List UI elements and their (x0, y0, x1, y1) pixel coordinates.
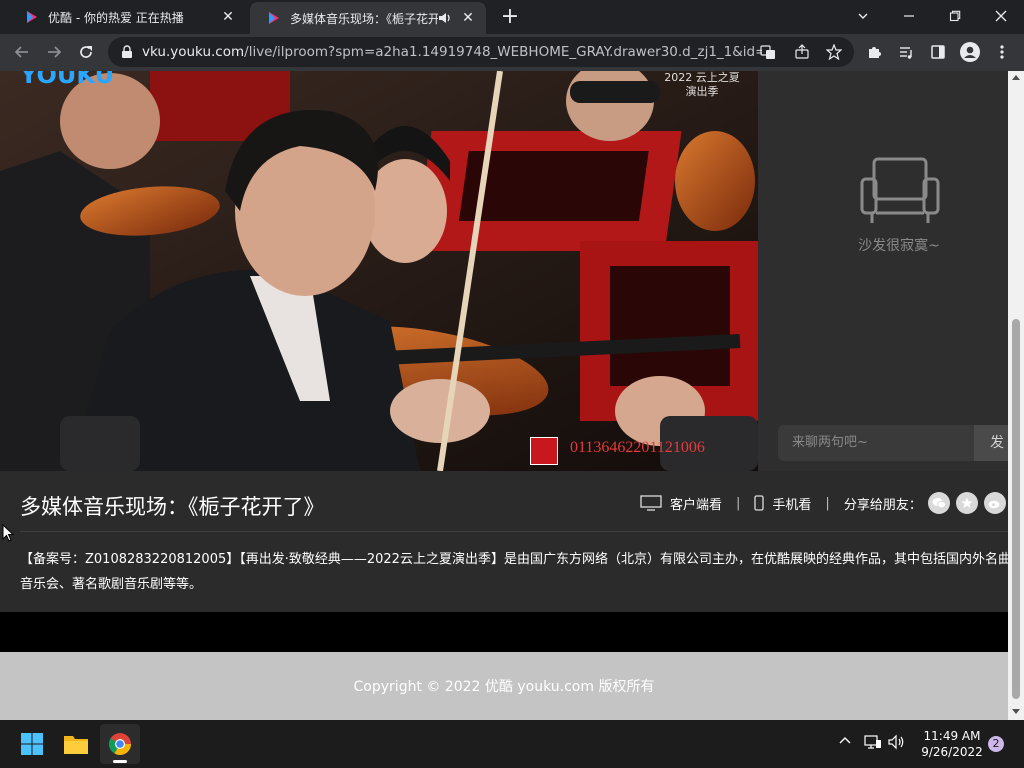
close-window-button[interactable] (978, 0, 1024, 32)
footer: Copyright © 2022 优酷 youku.com 版权所有 (0, 652, 1008, 720)
side-panel-icon[interactable] (924, 38, 952, 66)
tab-close-icon[interactable]: ✕ (220, 9, 236, 25)
scroll-down-arrow-icon[interactable] (1012, 709, 1020, 714)
system-clock[interactable]: 11:49 AM 9/26/2022 (912, 728, 992, 760)
translate-icon[interactable] (758, 42, 778, 62)
url-text: vku.youku.com/live/ilproom?spm=a2ha1.149… (142, 44, 762, 60)
windows-taskbar: 11:49 AM 9/26/2022 (0, 720, 1024, 768)
speaker-icon[interactable] (438, 11, 452, 25)
restore-button[interactable] (932, 0, 978, 32)
monitor-icon (640, 495, 662, 511)
page-title: 多媒体音乐现场：《栀子花开了》 (20, 495, 325, 519)
back-button[interactable] (8, 38, 36, 66)
address-bar[interactable]: vku.youku.com/live/ilproom?spm=a2ha1.149… (108, 37, 854, 67)
phone-icon (754, 495, 765, 511)
scroll-thumb[interactable] (1012, 319, 1020, 699)
wechat-icon[interactable] (927, 492, 950, 514)
page-scrollbar[interactable] (1008, 71, 1024, 720)
notification-badge[interactable]: 2 (988, 736, 1004, 752)
tab-live-room[interactable]: 多媒体音乐现场：《栀子花开 ✕ (250, 2, 486, 34)
chat-panel: 沙发很寂寞~ 来聊两句吧~ 发 (758, 71, 1008, 471)
page-content: YOUKU 2022 云上之夏 演出季 01136462201121006 沙发… (0, 71, 1008, 720)
client-watch-link[interactable]: 客户端看 (670, 494, 722, 513)
share-page-icon[interactable] (792, 42, 812, 62)
divider (20, 531, 1008, 532)
seal-stamp (530, 437, 558, 465)
separator: | (825, 495, 830, 511)
scroll-up-arrow-icon[interactable] (1012, 75, 1020, 80)
chat-input[interactable]: 来聊两句吧~ (778, 425, 974, 461)
share-label: 分享给朋友： (843, 497, 922, 513)
weibo-icon[interactable] (983, 492, 1006, 514)
tab-close-icon[interactable]: ✕ (460, 10, 476, 26)
windows-logo-icon (21, 733, 43, 755)
profile-avatar-icon[interactable] (956, 38, 984, 66)
forward-button[interactable] (40, 38, 68, 66)
video-player[interactable]: YOUKU 2022 云上之夏 演出季 01136462201121006 (0, 71, 758, 471)
lock-icon[interactable] (120, 45, 134, 59)
tab-title: 多媒体音乐现场：《栀子花开 (290, 11, 438, 26)
show-hidden-icons-chevron-icon[interactable] (838, 734, 852, 748)
registration-watermark: 01136462201121006 (570, 439, 705, 456)
send-button[interactable]: 发 (974, 425, 1008, 461)
tab-search-chevron-icon[interactable] (840, 0, 886, 32)
media-controls-icon[interactable] (892, 38, 920, 66)
spacer-band (0, 612, 1008, 652)
phone-watch-link[interactable]: 手机看 (772, 494, 811, 513)
volume-icon[interactable] (888, 734, 906, 750)
folder-icon (64, 736, 88, 754)
copyright-text: Copyright © 2022 优酷 youku.com 版权所有 (353, 679, 655, 695)
youku-favicon-icon (27, 11, 37, 23)
url-path: /live/ilproom?spm=a2ha1.14919748_WEBHOME… (244, 44, 762, 60)
minimize-button[interactable] (886, 0, 932, 32)
show-description: 【备案号：Z0108283220812005】【再出发·致敬经典——2022云上… (20, 552, 1008, 592)
start-button[interactable] (12, 724, 52, 764)
reload-button[interactable] (72, 38, 100, 66)
watch-actions: 客户端看 | 手机看 | 分享给朋友： (640, 492, 1006, 514)
bookmark-star-icon[interactable] (824, 42, 844, 62)
chrome-menu-icon[interactable] (988, 38, 1016, 66)
browser-toolbar: vku.youku.com/live/ilproom?spm=a2ha1.149… (0, 34, 1024, 71)
new-tab-button[interactable]: + (498, 6, 522, 30)
mouse-cursor-icon (2, 523, 15, 546)
url-host: vku.youku.com (142, 44, 245, 60)
chrome-taskbar-button[interactable] (100, 724, 140, 764)
festival-watermark: 2022 云上之夏 演出季 (664, 71, 740, 98)
show-info: 多媒体音乐现场：《栀子花开了》 客户端看 | 手机看 | 分享给朋友： 【备案号… (0, 471, 1008, 612)
youku-logo-watermark: YOUKU (19, 71, 114, 89)
running-indicator (113, 760, 127, 763)
network-icon[interactable] (864, 734, 882, 750)
clock-time: 11:49 AM (923, 729, 981, 743)
tab-youku-home[interactable]: 优酷 - 你的热爱 正在热播 ✕ (8, 0, 246, 34)
sofa-icon (860, 157, 940, 223)
youku-favicon-icon (269, 12, 279, 24)
chrome-icon (109, 733, 131, 755)
arrow-right-icon (48, 46, 62, 58)
qzone-star-icon[interactable] (955, 492, 978, 514)
reload-icon (80, 46, 92, 58)
video-frame: YOUKU (0, 71, 758, 471)
tab-strip: 优酷 - 你的热爱 正在热播 ✕ 多媒体音乐现场：《栀子花开 ✕ + (0, 0, 1024, 34)
separator: | (736, 495, 741, 511)
arrow-left-icon (14, 46, 28, 58)
extensions-puzzle-icon[interactable] (860, 38, 888, 66)
file-explorer-button[interactable] (56, 724, 96, 764)
clock-date: 9/26/2022 (921, 745, 983, 759)
tab-title: 优酷 - 你的热爱 正在热播 (48, 10, 184, 25)
empty-chat-text: 沙发很寂寞~ (858, 238, 940, 254)
